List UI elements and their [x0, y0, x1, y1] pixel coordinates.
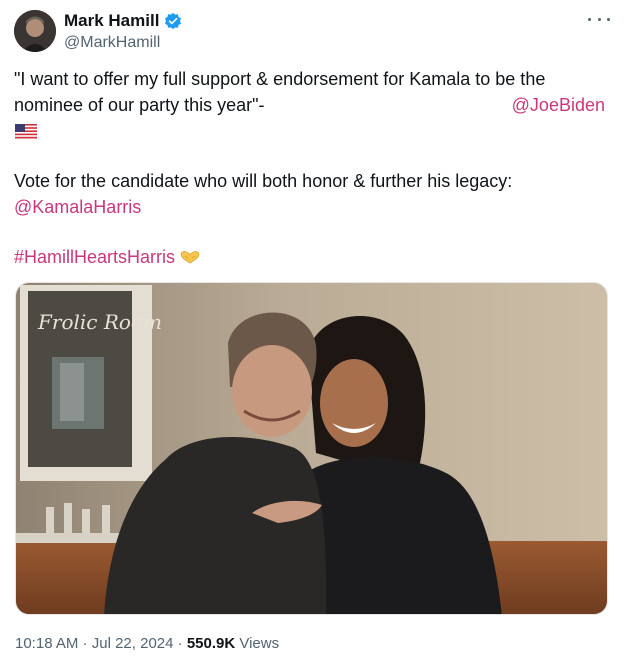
- meta-separator: ·: [173, 635, 187, 652]
- photo-sign-text: Frolic Room: [37, 310, 162, 334]
- tweet-text-line-3: Vote for the candidate who will both hon…: [14, 171, 513, 191]
- verified-badge-icon: [165, 12, 182, 30]
- us-flag-icon: [15, 124, 37, 139]
- tweet-meta: 10:18 AM · Jul 22, 2024 · 550.9K Views: [15, 634, 279, 654]
- author-name-text[interactable]: Mark Hamill: [64, 11, 159, 31]
- more-horizontal-icon[interactable]: [588, 12, 610, 26]
- author-handle[interactable]: @MarkHamill: [64, 33, 160, 53]
- avatar[interactable]: [14, 10, 56, 52]
- tweet-time[interactable]: 10:18 AM: [15, 635, 78, 652]
- meta-separator: ·: [78, 635, 92, 652]
- mention-joebiden[interactable]: @JoeBiden: [512, 92, 605, 118]
- hashtag-line: #HamillHeartsHarris: [14, 244, 614, 270]
- tweet-photo[interactable]: Frolic Room: [15, 282, 608, 615]
- author-name[interactable]: Mark Hamill: [64, 11, 182, 31]
- tweet-text-line-2-body: nominee of our party this year"-: [14, 95, 265, 115]
- hashtag-hamillheartsharris[interactable]: #HamillHeartsHarris: [14, 247, 175, 267]
- tweet-text-line-1: "I want to offer my full support & endor…: [14, 69, 546, 89]
- tweet-date[interactable]: Jul 22, 2024: [92, 635, 174, 652]
- heart-hands-icon: [180, 251, 200, 264]
- views-label: Views: [235, 635, 280, 652]
- mention-kamalaharris[interactable]: @KamalaHarris: [14, 194, 614, 220]
- views-count: 550.9K: [186, 635, 236, 652]
- photo-illustration: Frolic Room: [16, 283, 607, 614]
- tweet-card: Mark Hamill @MarkHamill "I want to offer…: [0, 0, 640, 664]
